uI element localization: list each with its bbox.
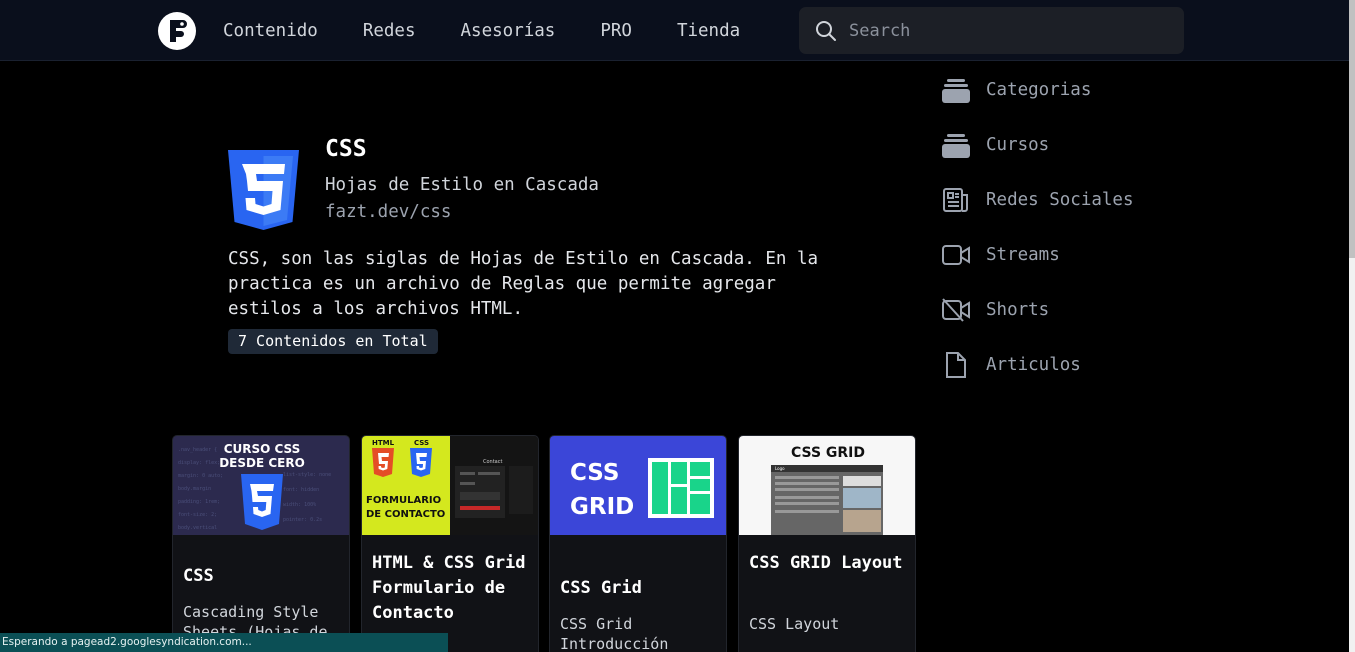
card-subtitle: CSS Layout [749,615,840,633]
page-subtitle: Hojas de Estilo en Cascada [325,175,599,195]
sidebar-item-label: Cursos [986,135,1050,155]
page-title: CSS [325,136,367,162]
svg-text:display: flex;: display: flex; [178,460,220,466]
nav-redes[interactable]: Redes [363,18,416,44]
nav-contenido[interactable]: Contenido [223,18,318,44]
stack-icon [942,76,970,104]
svg-text:width: 100%: width: 100% [283,502,316,508]
thumb-text: CURSO CSS [224,442,301,456]
svg-text:font: hidden: font: hidden [283,487,319,493]
newspaper-icon [942,186,970,214]
scrollbar-thumb[interactable] [1349,0,1355,258]
video-icon [942,241,970,269]
card-title: CSS GRID Layout [749,553,903,573]
fazt-logo[interactable] [158,12,196,50]
card-title: CSS [183,566,214,586]
svg-text:body.margin: body.margin [178,486,211,492]
sidebar-item-articulos[interactable]: Articulos [942,351,1081,379]
content-count-badge: 7 Contenidos en Total [228,329,438,354]
sidebar-item-streams[interactable]: Streams [942,241,1060,269]
nav-tienda[interactable]: Tienda [677,18,740,44]
card-thumbnail: CSS GRID Logo [739,436,915,535]
sidebar-item-label: Shorts [986,300,1050,320]
search-icon [816,20,836,41]
browser-status-bar: Esperando a pagead2.googlesyndication.co… [0,633,448,652]
sidebar-item-cursos[interactable]: Cursos [942,131,1049,159]
thumb-text: DESDE CERO [219,456,305,470]
sidebar-item-shorts[interactable]: Shorts [942,296,1049,324]
thumb-text: FORMULARIO [366,495,441,506]
thumb-text: CSS [570,460,619,486]
card-subtitle: CSS Grid Introducción [560,615,669,652]
thumb-text: DE CONTACTO [366,509,445,520]
svg-text:.nav_header {: .nav_header { [178,447,217,453]
nav-asesorias[interactable]: Asesorías [461,18,556,44]
card-thumbnail: .nav_header { display: flex; margin: 0 aut… [173,436,349,535]
svg-text:pointer: 0.2s: pointer: 0.2s [283,517,322,523]
sidebar-item-label: Streams [986,245,1060,265]
search-box[interactable] [799,7,1184,54]
sidebar-item-label: Redes Sociales [986,190,1134,210]
svg-text:CSS: CSS [414,439,429,447]
svg-text:font-size: 2;: font-size: 2; [178,512,217,518]
card-thumbnail: CSS GRID [550,436,726,535]
page-url[interactable]: fazt.dev/css [325,202,451,222]
card-title: HTML & CSS Grid Formulario de Contacto [372,553,526,623]
thumb-text: Contact [483,459,502,465]
svg-text:HTML: HTML [372,439,395,447]
content-card[interactable]: CSS GRID CSS Grid CSS Grid Introducción [549,435,727,652]
card-title: CSS Grid [560,578,642,598]
top-navbar: Contenido Redes Asesorías PRO Tienda [0,0,1349,61]
card-thumbnail: HTML CSS FORMULARIO DE CONTACTO Contact [362,436,538,535]
main-nav: Contenido Redes Asesorías PRO Tienda [223,18,785,44]
logo-mark-icon [170,20,187,42]
svg-text:margin: 0 auto;: margin: 0 auto; [178,473,223,479]
content-card[interactable]: HTML CSS FORMULARIO DE CONTACTO Contact … [361,435,539,652]
svg-text:body.vertical: body.vertical [178,525,217,531]
content-card[interactable]: CSS GRID Logo CSS GRID Layout CSS Layout [738,435,916,652]
content-card[interactable]: .nav_header { display: flex; margin: 0 aut… [172,435,350,652]
css3-logo-icon [228,150,299,230]
svg-text:list-style: none: list-style: none [283,472,331,478]
search-input[interactable] [849,20,1149,41]
stack-icon [942,131,970,159]
thumb-text: CSS GRID [791,445,865,461]
sidebar-item-label: Articulos [986,355,1081,375]
svg-text:padding: 1rem;: padding: 1rem; [178,499,220,505]
page-description: CSS, son las siglas de Hojas de Estilo e… [228,249,819,319]
sidebar-item-categorias[interactable]: Categorias [942,76,1091,104]
sidebar-item-redes-sociales[interactable]: Redes Sociales [942,186,1134,214]
sidebar-item-label: Categorias [986,80,1092,100]
thumb-text: GRID [570,494,634,520]
thumb-text: Logo [775,466,785,471]
document-icon [942,351,970,379]
video-off-icon [942,296,970,324]
nav-pro[interactable]: PRO [600,18,632,44]
